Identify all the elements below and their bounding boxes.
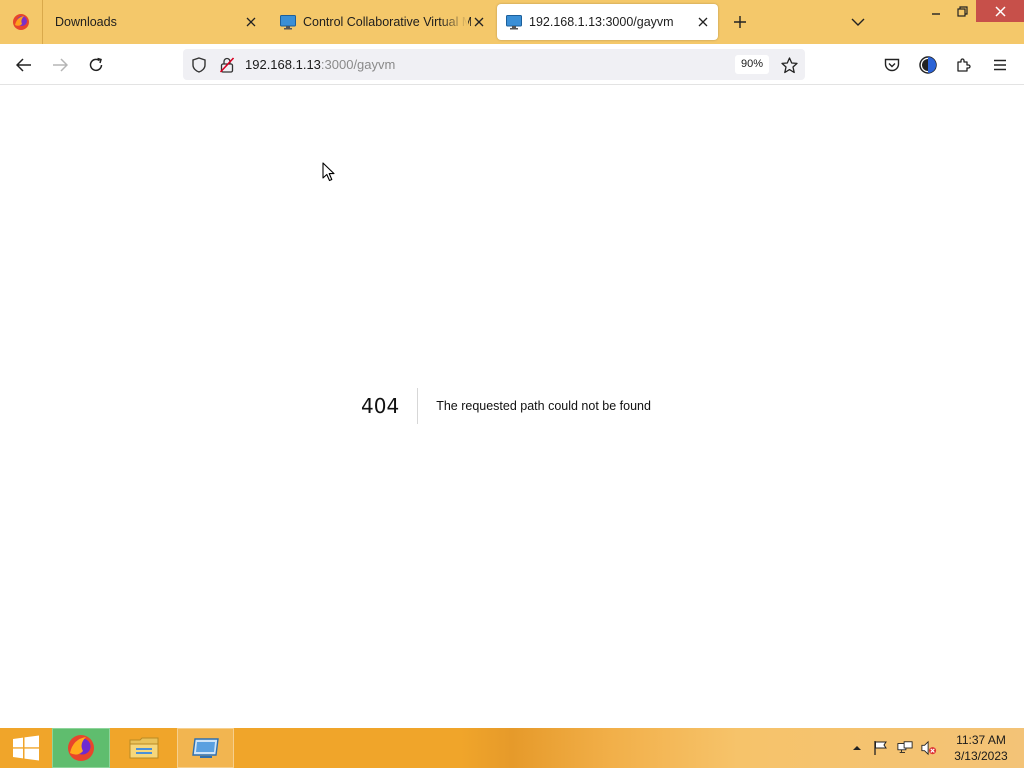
account-button[interactable] xyxy=(914,51,942,79)
extensions-button[interactable] xyxy=(950,51,978,79)
system-clock[interactable]: 11:37 AM 3/13/2023 xyxy=(944,732,1018,764)
app-menu-button[interactable] xyxy=(986,51,1014,79)
taskbar-remote-desktop[interactable] xyxy=(177,728,234,768)
taskbar: 11:37 AM 3/13/2023 xyxy=(0,728,1024,768)
navigation-toolbar: 192.168.1.13:3000/gayvm 90% xyxy=(0,44,1024,85)
action-center-flag-icon[interactable] xyxy=(873,740,889,756)
taskbar-firefox[interactable] xyxy=(52,728,110,768)
account-circle-icon xyxy=(919,56,937,74)
clock-date: 3/13/2023 xyxy=(954,749,1008,763)
file-explorer-icon xyxy=(129,737,159,759)
pocket-button[interactable] xyxy=(878,51,906,79)
list-all-tabs-button[interactable] xyxy=(844,8,872,36)
zoom-level-button[interactable]: 90% xyxy=(735,55,770,74)
taskbar-file-explorer[interactable] xyxy=(116,728,172,768)
error-code: 404 xyxy=(361,394,400,418)
insecure-lock-icon[interactable] xyxy=(218,56,236,74)
restore-button[interactable] xyxy=(948,0,976,22)
tab-separator xyxy=(42,0,43,44)
firefox-view-button[interactable] xyxy=(0,0,42,44)
remote-desktop-icon xyxy=(191,738,219,758)
shield-icon[interactable] xyxy=(190,56,208,74)
clock-time: 11:37 AM xyxy=(956,733,1006,747)
plus-icon xyxy=(734,16,746,28)
tab-label: Downloads xyxy=(55,15,117,29)
minimize-icon xyxy=(932,13,940,15)
close-tab-icon[interactable] xyxy=(242,13,260,31)
windows-logo-icon xyxy=(13,735,39,761)
error-message: The requested path could not be found xyxy=(436,399,651,413)
minimize-button[interactable] xyxy=(922,0,950,22)
tab-gayvm[interactable]: 192.168.1.13:3000/gayvm xyxy=(497,4,718,40)
forward-button[interactable] xyxy=(46,51,74,79)
close-window-button[interactable] xyxy=(976,0,1024,22)
url-bar[interactable]: 192.168.1.13:3000/gayvm 90% xyxy=(183,49,805,80)
chevron-down-icon xyxy=(851,18,865,26)
tab-strip: Downloads Control Collaborative Virtual … xyxy=(0,0,1024,44)
close-icon xyxy=(994,5,1006,17)
monitor-icon xyxy=(280,14,296,30)
tab-control-vm[interactable]: Control Collaborative Virtual Machine xyxy=(270,4,494,40)
close-tab-icon[interactable] xyxy=(470,13,488,31)
mouse-cursor-icon xyxy=(322,162,335,182)
bookmark-star-icon[interactable] xyxy=(778,54,800,76)
arrow-left-icon xyxy=(16,58,31,72)
firefox-icon xyxy=(68,735,94,761)
close-tab-icon[interactable] xyxy=(694,13,712,31)
hamburger-menu-icon xyxy=(994,59,1006,71)
puzzle-piece-icon xyxy=(957,58,971,72)
volume-muted-icon[interactable] xyxy=(921,740,937,756)
restore-icon xyxy=(956,5,968,17)
network-icon[interactable] xyxy=(897,740,913,756)
new-tab-button[interactable] xyxy=(726,8,754,36)
reload-icon xyxy=(89,57,103,72)
tab-label: 192.168.1.13:3000/gayvm xyxy=(529,15,674,29)
url-text[interactable]: 192.168.1.13:3000/gayvm xyxy=(245,57,395,72)
caret-up-icon xyxy=(853,746,861,750)
back-button[interactable] xyxy=(10,51,38,79)
firefox-icon xyxy=(13,14,29,30)
page-content: 404 The requested path could not be foun… xyxy=(0,85,1024,728)
url-path: :3000/gayvm xyxy=(320,57,396,72)
url-host: 192.168.1.13 xyxy=(245,57,321,72)
show-hidden-icons-button[interactable] xyxy=(849,740,865,756)
arrow-right-icon xyxy=(53,58,68,72)
reload-button[interactable] xyxy=(82,51,110,79)
monitor-icon xyxy=(506,14,522,30)
error-block: 404 The requested path could not be foun… xyxy=(361,388,651,424)
start-button[interactable] xyxy=(6,728,46,768)
tab-downloads[interactable]: Downloads xyxy=(44,4,266,40)
pocket-icon xyxy=(884,58,900,71)
